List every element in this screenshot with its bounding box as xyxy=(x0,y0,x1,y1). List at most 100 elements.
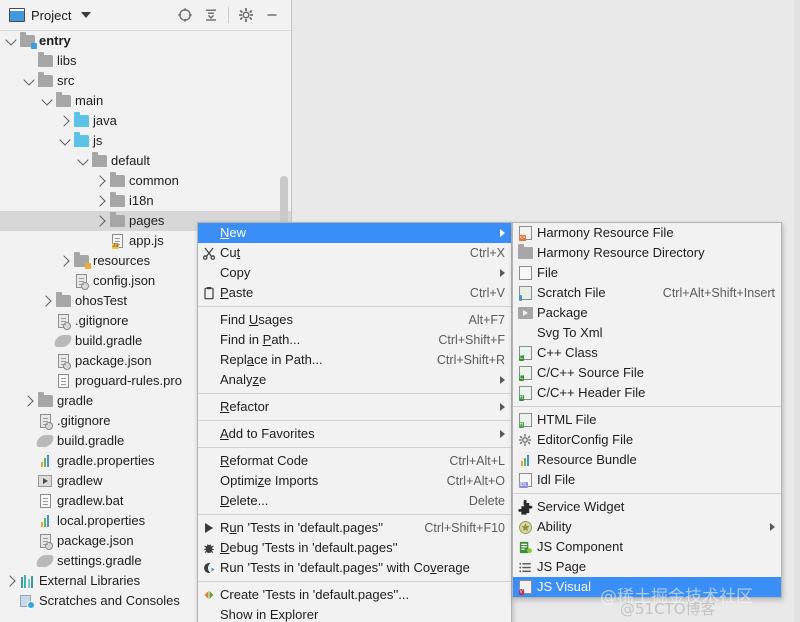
menu-item[interactable]: New xyxy=(198,223,511,243)
menu-item[interactable]: EditorConfig File xyxy=(513,430,781,450)
menu-item[interactable]: Add to Favorites xyxy=(198,424,511,444)
chevron-right-icon[interactable] xyxy=(40,291,54,311)
chevron-down-icon[interactable] xyxy=(76,151,90,171)
menu-item[interactable]: H HTML File xyxy=(513,410,781,430)
menu-item[interactable]: Cut Ctrl+X xyxy=(198,243,511,263)
chevron-down-icon[interactable] xyxy=(58,131,72,151)
menu-item[interactable]: V JS Visual xyxy=(513,577,781,597)
folder-module-blue-icon xyxy=(18,32,37,49)
chevron-right-icon[interactable] xyxy=(94,211,108,231)
tree-row[interactable]: js xyxy=(0,131,291,151)
submenu-arrow-icon xyxy=(500,430,505,438)
submenu-arrow-icon xyxy=(500,376,505,384)
tree-row-label: ohosTest xyxy=(75,293,128,308)
tree-row-label: gradlew xyxy=(57,473,103,488)
menu-item[interactable]: Resource Bundle xyxy=(513,450,781,470)
menu-item-label: Find in Path... xyxy=(220,332,301,347)
new-submenu[interactable]: <> Harmony Resource File Harmony Resource … xyxy=(512,222,782,598)
tree-row[interactable]: i18n xyxy=(0,191,291,211)
menu-item[interactable]: Optimize Imports Ctrl+Alt+O xyxy=(198,471,511,491)
menu-item[interactable]: Delete... Delete xyxy=(198,491,511,511)
menu-item-label: Optimize Imports xyxy=(220,473,319,488)
menu-item-label: Delete... xyxy=(220,493,269,508)
properties-file-icon xyxy=(36,453,54,469)
chevron-right-icon[interactable] xyxy=(58,111,72,131)
chevron-right-icon[interactable] xyxy=(94,171,108,191)
tree-row-label: package.json xyxy=(75,353,152,368)
menu-item[interactable]: Ability xyxy=(513,517,781,537)
chevron-right-icon[interactable] xyxy=(58,251,72,271)
minimize-icon[interactable] xyxy=(259,3,285,27)
menu-item-label: Replace in Path... xyxy=(220,352,323,367)
menu-separator xyxy=(198,420,511,421)
tree-row[interactable]: entry xyxy=(0,31,291,51)
menu-item[interactable]: Service Widget xyxy=(513,497,781,517)
chevron-right-icon[interactable] xyxy=(4,571,18,591)
locate-icon[interactable] xyxy=(172,3,198,27)
menu-item[interactable]: Harmony Resource Directory xyxy=(513,243,781,263)
menu-icon-placeholder xyxy=(198,330,220,350)
tree-row[interactable]: libs xyxy=(0,51,291,71)
folder-resource-icon xyxy=(72,252,91,269)
chevron-down-icon[interactable] xyxy=(22,71,36,91)
debug-icon xyxy=(198,538,220,558)
menu-item[interactable]: Package xyxy=(513,303,781,323)
chevron-down-icon[interactable] xyxy=(4,31,18,51)
menu-item[interactable]: IDL Idl File xyxy=(513,470,781,490)
menu-item-label: Harmony Resource File xyxy=(537,225,674,240)
context-menu[interactable]: New Cut Ctrl+X Copy Paste Ctrl+V Find Usages Al… xyxy=(197,222,512,622)
folder-grey-icon xyxy=(90,152,108,169)
menu-item[interactable]: Show in Explorer xyxy=(198,605,511,622)
menu-item[interactable]: Reformat Code Ctrl+Alt+L xyxy=(198,451,511,471)
menu-item[interactable]: Refactor xyxy=(198,397,511,417)
menu-item[interactable]: C C++ Class xyxy=(513,343,781,363)
chevron-right-icon[interactable] xyxy=(94,191,108,211)
menu-item-label: C/C++ Header File xyxy=(537,385,646,400)
menu-item-label: Run 'Tests in 'default.pages'' xyxy=(220,520,384,535)
menu-item[interactable]: Copy xyxy=(198,263,511,283)
chevron-down-icon[interactable] xyxy=(81,12,92,18)
tree-row[interactable]: java xyxy=(0,111,291,131)
menu-item[interactable]: Run 'Tests in 'default.pages'' with Cove… xyxy=(198,558,511,578)
resource-bundle-icon xyxy=(513,450,537,470)
menu-icon-placeholder xyxy=(198,350,220,370)
menu-item[interactable]: Replace in Path... Ctrl+Shift+R xyxy=(198,350,511,370)
menu-item[interactable]: Scratch File Ctrl+Alt+Shift+Insert xyxy=(513,283,781,303)
folder-source-blue-icon xyxy=(72,112,90,129)
folder-source-blue-icon xyxy=(72,132,90,149)
chevron-down-icon[interactable] xyxy=(40,91,54,111)
settings-gear-icon[interactable] xyxy=(233,3,259,27)
menu-item[interactable]: H C/C++ Header File xyxy=(513,383,781,403)
menu-item[interactable]: JS Component xyxy=(513,537,781,557)
menu-item[interactable]: File xyxy=(513,263,781,283)
tree-row-label: common xyxy=(129,173,179,188)
menu-item-shortcut: Ctrl+V xyxy=(469,286,505,300)
menu-item[interactable]: Run 'Tests in 'default.pages'' Ctrl+Shift… xyxy=(198,518,511,538)
json-file-icon xyxy=(54,353,72,370)
menu-item-shortcut: Ctrl+Shift+R xyxy=(436,353,505,367)
menu-item[interactable]: Debug 'Tests in 'default.pages'' xyxy=(198,538,511,558)
collapse-all-icon[interactable] xyxy=(198,3,224,27)
menu-item-shortcut: Ctrl+X xyxy=(469,246,505,260)
menu-item[interactable]: Analyze xyxy=(198,370,511,390)
menu-item[interactable]: C C/C++ Source File xyxy=(513,363,781,383)
menu-item[interactable]: Find Usages Alt+F7 xyxy=(198,310,511,330)
tree-row[interactable]: main xyxy=(0,91,291,111)
tree-row[interactable]: default xyxy=(0,151,291,171)
menu-item[interactable]: Find in Path... Ctrl+Shift+F xyxy=(198,330,511,350)
js-file-icon: JS xyxy=(108,233,126,249)
menu-item[interactable]: JS Page xyxy=(513,557,781,577)
tree-row-label: .gitignore xyxy=(57,413,111,428)
tree-row[interactable]: common xyxy=(0,171,291,191)
js-component-icon xyxy=(513,537,537,557)
menu-item[interactable]: Svg To Xml xyxy=(513,323,781,343)
tree-row[interactable]: src xyxy=(0,71,291,91)
menu-item[interactable]: <> Harmony Resource File xyxy=(513,223,781,243)
menu-item[interactable]: Paste Ctrl+V xyxy=(198,283,511,303)
project-title-group[interactable]: Project xyxy=(0,8,92,23)
menu-item[interactable]: Create 'Tests in 'default.pages''... xyxy=(198,585,511,605)
chevron-right-icon[interactable] xyxy=(22,391,36,411)
menu-item-label: Idl File xyxy=(537,472,576,487)
menu-item-label: Analyze xyxy=(220,372,267,387)
